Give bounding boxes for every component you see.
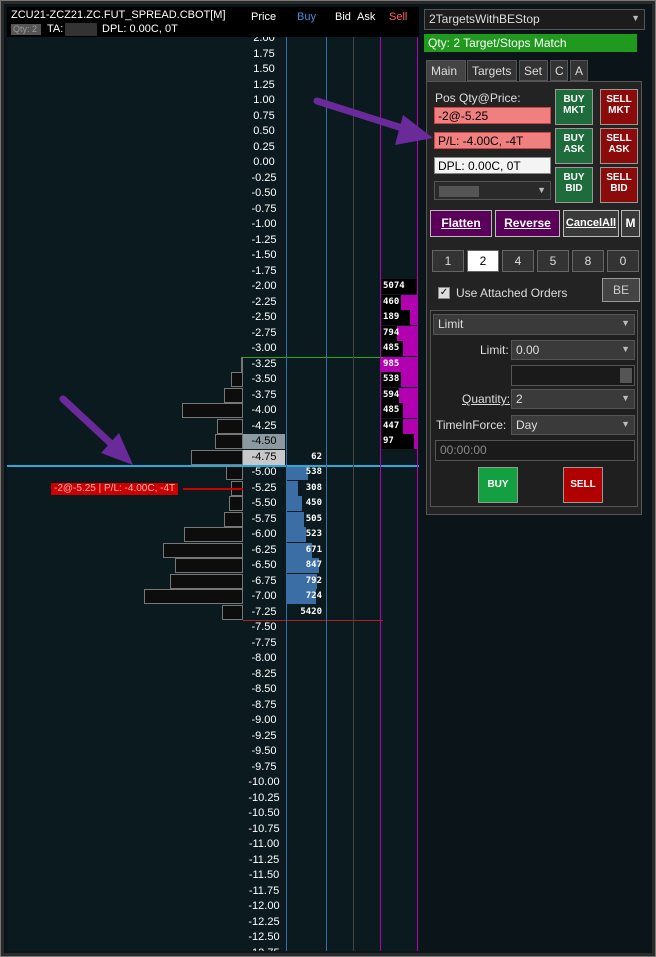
app-window: ZCU21-ZCZ21.ZC.FUT_SPREAD.CBOT[M] Qty: 2…: [0, 0, 656, 957]
col-header-sell: Sell: [389, 11, 408, 23]
sell-depth-label: 5074: [383, 281, 405, 291]
col-header-price: Price: [251, 11, 277, 23]
dpl-label: DPL: 0.00C, 0T: [102, 23, 178, 35]
arrow-to-position-marker: [59, 395, 133, 465]
ta-box: [65, 23, 97, 36]
sell-depth-label: 794: [383, 327, 400, 338]
annotation-arrows: [59, 97, 433, 465]
sell-depth-label: 97: [383, 436, 394, 446]
sell-depth-label: 538: [383, 374, 400, 384]
ta-label: TA:: [47, 23, 64, 35]
sell-depth-label: 985: [383, 358, 400, 369]
qty-badge: Qty: 2: [11, 24, 41, 35]
sell-depth-label: 460: [383, 296, 400, 307]
sell-depth-label: 447: [383, 420, 400, 431]
arrow-to-pl-field: [313, 97, 433, 145]
sell-depth-label: 485: [383, 405, 400, 415]
sell-depth-label: 485: [383, 343, 400, 353]
symbol-label: ZCU21-ZCZ21.ZC.FUT_SPREAD.CBOT[M]: [11, 9, 226, 21]
col-header-buy: Buy: [297, 11, 316, 23]
col-header-ask: Ask: [357, 11, 376, 23]
col-header-bid: Bid: [335, 11, 351, 23]
sell-depth-label: 189: [383, 312, 400, 322]
sell-depth-label: 594: [383, 389, 400, 400]
